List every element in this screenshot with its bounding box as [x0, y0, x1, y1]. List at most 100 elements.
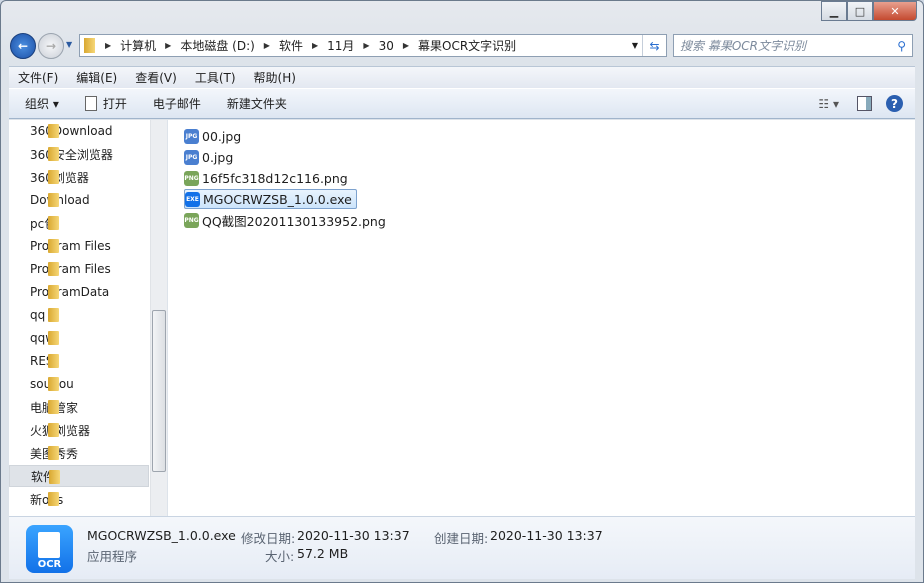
minimize-button[interactable]: ▁ — [821, 1, 847, 21]
folder-icon — [48, 400, 59, 414]
folder-icon — [48, 285, 59, 299]
created-value: 2020-11-30 13:37 — [490, 528, 603, 543]
nav-item-label: Download — [30, 193, 90, 207]
open-icon — [84, 96, 97, 111]
nav-item[interactable]: 火狐浏览器 — [9, 419, 149, 441]
nav-item[interactable]: 新obs — [9, 488, 149, 510]
menu-file[interactable]: 文件(F) — [18, 69, 58, 86]
png-file-icon: PNG — [184, 212, 199, 228]
nav-item[interactable]: Program Files — [9, 235, 149, 257]
nav-item[interactable]: pc包 — [9, 212, 149, 234]
file-name: QQ截图20201130133952.png — [202, 213, 386, 229]
file-item[interactable]: JPG 00.jpg — [184, 126, 245, 146]
chevron-right-icon: ▶ — [402, 41, 409, 50]
history-dropdown-icon[interactable]: ▼ — [66, 40, 72, 49]
exe-file-icon: EXE — [185, 191, 200, 207]
breadcrumb-item[interactable]: 幕果OCR文字识别 — [418, 37, 516, 54]
breadcrumb-item[interactable]: 软件 — [279, 37, 303, 54]
nav-scrollbar[interactable] — [150, 120, 167, 516]
breadcrumb-item[interactable]: 30 — [379, 39, 394, 53]
folder-icon — [49, 470, 60, 484]
back-button[interactable]: ← — [10, 33, 36, 59]
file-name: MGOCRWZSB_1.0.0.exe — [203, 191, 352, 207]
menu-view[interactable]: 查看(V) — [135, 69, 177, 86]
maximize-button[interactable]: □ — [847, 1, 873, 21]
breadcrumb-item[interactable]: 11月 — [327, 37, 354, 54]
details-kind: 应用程序 — [87, 549, 138, 564]
nav-item-label: Program Files — [30, 239, 111, 253]
menu-edit[interactable]: 编辑(E) — [76, 69, 117, 86]
scrollbar-thumb[interactable] — [152, 310, 166, 472]
menu-bar: 文件(F) 编辑(E) 查看(V) 工具(T) 帮助(H) — [9, 66, 915, 88]
folder-icon — [48, 262, 59, 276]
refresh-icon[interactable]: ⇆ — [642, 35, 666, 56]
forward-button[interactable]: → — [38, 33, 64, 59]
folder-icon — [48, 492, 59, 506]
menu-help[interactable]: 帮助(H) — [254, 69, 296, 86]
details-pane: OCR MGOCRWZSB_1.0.0.exe 应用程序 修改日期: 2020-… — [9, 516, 915, 579]
app-ocr-icon: OCR — [26, 525, 73, 573]
nav-item[interactable]: qq — [9, 304, 149, 326]
search-icon[interactable]: ⚲ — [897, 39, 906, 53]
menu-tools[interactable]: 工具(T) — [195, 69, 236, 86]
chevron-right-icon: ▶ — [311, 41, 319, 50]
organize-button[interactable]: 组织 ▾ — [25, 95, 59, 112]
new-folder-button[interactable]: 新建文件夹 — [227, 95, 287, 112]
jpg-file-icon: JPG — [184, 128, 199, 144]
nav-item-label: qq — [30, 308, 46, 322]
file-name: 16f5fc318d12c116.png — [202, 170, 348, 186]
jpg-file-icon: JPG — [184, 149, 199, 165]
file-item[interactable]: EXE MGOCRWZSB_1.0.0.exe — [184, 189, 357, 209]
view-options-icon[interactable]: ☷ ▾ — [818, 97, 839, 111]
nav-item[interactable]: 360安全浏览器 — [9, 143, 149, 165]
nav-item[interactable]: Download — [9, 189, 149, 211]
modified-label: 修改日期: — [241, 531, 296, 546]
chevron-right-icon: ▶ — [105, 41, 112, 50]
breadcrumb-item[interactable]: 计算机 — [120, 37, 156, 54]
folder-icon — [48, 423, 59, 437]
file-item[interactable]: JPG 0.jpg — [184, 147, 237, 167]
folder-icon — [48, 193, 59, 207]
address-dropdown-icon[interactable]: ▼ — [632, 41, 638, 50]
nav-item[interactable]: sougou — [9, 373, 149, 395]
nav-item[interactable]: 360浏览器 — [9, 166, 149, 188]
nav-item[interactable]: qqwj — [9, 327, 149, 349]
file-item[interactable]: PNG 16f5fc318d12c116.png — [184, 168, 352, 188]
search-input[interactable]: 搜索 幕果OCR文字识别 ⚲ — [673, 34, 913, 57]
chevron-right-icon: ▶ — [165, 41, 172, 50]
folder-icon — [84, 38, 95, 53]
folder-icon — [48, 354, 59, 368]
email-button[interactable]: 电子邮件 — [153, 95, 201, 112]
search-placeholder: 搜索 幕果OCR文字识别 — [680, 39, 806, 53]
nav-item[interactable]: 电脑管家 — [9, 396, 149, 418]
folder-icon — [48, 331, 59, 345]
close-button[interactable]: ✕ — [873, 1, 917, 21]
file-name: 0.jpg — [202, 149, 234, 165]
nav-item[interactable]: ProgramData — [9, 281, 149, 303]
chevron-right-icon: ▶ — [263, 41, 270, 50]
help-icon[interactable]: ? — [886, 95, 903, 112]
icon-label: OCR — [37, 559, 62, 570]
file-item[interactable]: PNG QQ截图20201130133952.png — [184, 210, 390, 230]
png-file-icon: PNG — [184, 170, 199, 186]
preview-pane-icon[interactable] — [857, 96, 872, 111]
window-controls: ▁ □ ✕ — [821, 1, 917, 21]
nav-item-label: 360安全浏览器 — [30, 147, 113, 162]
nav-item[interactable]: Program Files — [9, 258, 149, 280]
navigation-pane: 360Download 360安全浏览器 360浏览器 Download pc包 Prog… — [9, 120, 167, 516]
arrow-left-icon: ← — [17, 39, 29, 53]
nav-item-label: ProgramData — [30, 285, 110, 299]
folder-icon — [48, 124, 59, 138]
folder-icon — [48, 308, 59, 322]
breadcrumb-item[interactable]: 本地磁盘 (D:) — [180, 37, 254, 54]
nav-item[interactable]: 360Download — [9, 120, 149, 142]
address-bar[interactable]: ▶ 计算机 ▶ 本地磁盘 (D:) ▶ 软件 ▶ 11月 ▶ 30 ▶ 幕果OCR文字识别 … — [79, 34, 667, 57]
file-list: JPG 00.jpg JPG 0.jpg PNG 16f5fc318d12c116.png… — [168, 120, 915, 516]
nav-item[interactable]: 美图秀秀 — [9, 442, 149, 464]
size-value: 57.2 MB — [297, 546, 349, 561]
folder-icon — [48, 216, 59, 230]
nav-item[interactable]: RES — [9, 350, 149, 372]
open-button[interactable]: 打开 — [103, 95, 127, 112]
nav-item[interactable]: 软件 — [9, 465, 149, 487]
folder-icon — [48, 170, 59, 184]
